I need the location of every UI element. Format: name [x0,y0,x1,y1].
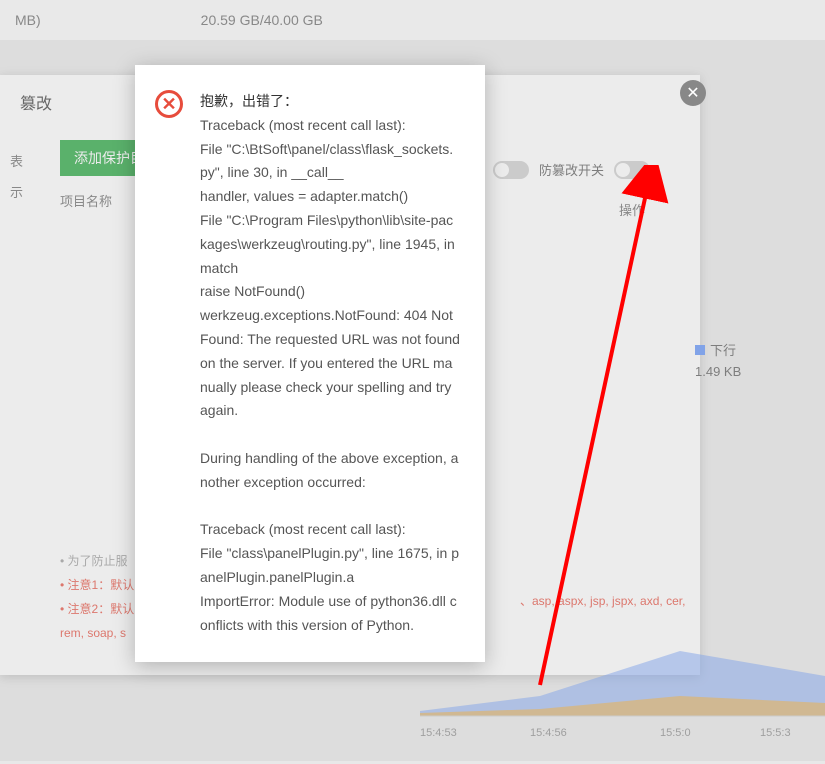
chart-x-0: 15:4:53 [420,727,457,739]
tamper-toggle-label: 防篡改开关 [539,160,604,179]
notes-block: • 为了防止服 • 注意1：默认 • 注意2：默认 、asp, aspx, js… [60,549,134,645]
ops-column-header: 操作 [619,200,645,219]
sidebar-item-1[interactable]: 表 [0,145,48,176]
right-stats-panel: 下行 1.49 KB [695,340,825,420]
disk-usage-text: 20.59 GB/40.00 GB [201,12,323,28]
toggle-unknown[interactable] [493,161,529,179]
note-ext-line: 、asp, aspx, jsp, jspx, axd, cer, [520,589,685,613]
project-name-label: 项目名称 [60,191,112,210]
stat-value-down: 1.49 KB [695,364,825,379]
note-line-2: • 注意1：默认 [60,573,134,597]
error-title: 抱歉，出错了： [200,93,298,109]
error-modal: ✕ 抱歉，出错了： Traceback (most recent call la… [135,65,485,662]
note-line-3: • 注意2：默认 [60,602,134,616]
close-icon: ✕ [686,83,699,103]
chart-x-1: 15:4:56 [530,727,567,739]
panel-sidebar: 表 示 [0,125,48,625]
note-line-1: • 为了防止服 [60,549,134,573]
note-line-4: rem, soap, s [60,621,134,645]
tamper-toggle[interactable] [614,161,650,179]
legend-swatch-down [695,345,705,355]
legend-label-down: 下行 [710,340,736,359]
topbar-left-text: MB) [15,12,41,28]
top-bar: MB) 20.59 GB/40.00 GB [0,0,825,40]
chart-x-2: 15:5:0 [660,727,691,739]
error-icon: ✕ [155,90,183,118]
sidebar-item-2[interactable]: 示 [0,176,48,207]
chart-x-3: 15:5:3 [760,727,791,739]
close-button[interactable]: ✕ [680,80,706,106]
error-body: Traceback (most recent call last): File … [200,117,464,633]
